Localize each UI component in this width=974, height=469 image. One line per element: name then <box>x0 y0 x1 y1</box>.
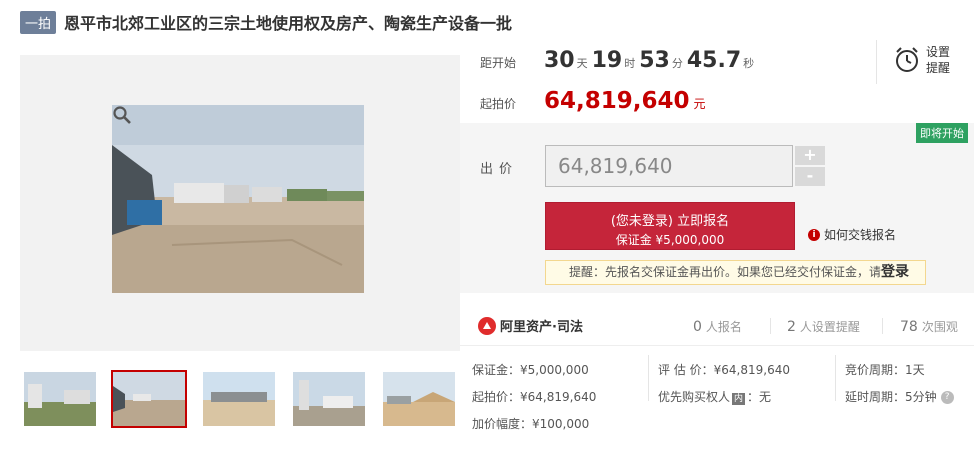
reminder-count-label: 人设置提醒 <box>799 320 860 334</box>
thumbnail-4[interactable] <box>291 370 367 428</box>
divider <box>835 355 836 401</box>
timer-label: 距开始 <box>480 56 517 70</box>
priority-buyer-label: 优先购买权人 <box>658 390 731 404</box>
increase-bid-button[interactable]: + <box>795 146 825 165</box>
divider <box>882 318 883 334</box>
set-reminder-button[interactable]: 设置提醒 <box>894 44 956 76</box>
divider <box>876 40 877 84</box>
deposit-detail: 保证金：¥5,000,000 <box>472 363 589 377</box>
appraisal-detail: 评 估 价：¥64,819,640 <box>658 363 790 377</box>
priority-buyer-value: ：无 <box>747 390 772 404</box>
signup-count: 0 人报名 <box>693 318 742 335</box>
signup-deposit-label: 保证金 ¥5,000,000 <box>615 233 725 247</box>
ali-assets-logo-icon <box>478 316 496 335</box>
details-column-1: 保证金：¥5,000,000 起拍价：¥64,819,640 加价幅度：¥100… <box>472 357 596 438</box>
view-count: 78 次围观 <box>900 318 958 335</box>
view-count-label: 次围观 <box>921 320 958 334</box>
thumbnail-1[interactable] <box>22 370 98 428</box>
zoom-icon[interactable] <box>112 105 132 125</box>
start-price-label: 起拍价 <box>480 97 517 111</box>
view-count-value: 78 <box>900 319 918 335</box>
thumbnail-3[interactable] <box>201 370 277 428</box>
notice-text: 提醒：先报名交保证金再出价。如果您已经交付保证金，请 <box>569 265 882 279</box>
info-icon: i <box>808 228 820 241</box>
alarm-clock-icon <box>896 47 918 72</box>
reminder-count: 2 人设置提醒 <box>787 318 860 335</box>
thumbnail-5[interactable] <box>381 370 457 428</box>
timer-minutes-unit: 分 <box>671 57 683 70</box>
timer-seconds-unit: 秒 <box>743 57 755 70</box>
priority-tag: 内 <box>732 393 746 405</box>
timer-hours-unit: 时 <box>624 57 636 70</box>
reminder-count-value: 2 <box>787 319 796 335</box>
priority-buyer-detail: 优先购买权人内：无 <box>658 384 790 411</box>
bid-label: 出价 <box>480 162 519 177</box>
page-title: 恩平市北郊工业区的三宗土地使用权及房产、陶瓷生产设备一批 <box>64 14 513 33</box>
auction-round-badge: 一拍 <box>20 10 57 34</box>
delay-cycle-detail: 延时周期：5分钟? <box>845 384 954 411</box>
thumbnail-strip <box>20 370 460 430</box>
set-reminder-label: 设置提醒 <box>926 45 951 75</box>
signup-button-label: (您未登录) 立即报名 <box>610 214 730 229</box>
details-column-3: 竞价周期：1天 延时周期：5分钟? <box>845 357 954 411</box>
delay-cycle-value: 延时周期：5分钟 <box>845 390 937 404</box>
thumbnail-2[interactable] <box>111 370 187 428</box>
title-row: 一拍 恩平市北郊工业区的三宗土地使用权及房产、陶瓷生产设备一批 <box>20 10 513 34</box>
how-to-pay-label: 如何交钱报名 <box>824 228 897 242</box>
start-price-row: 起拍价 64,819,640 元 <box>480 88 706 120</box>
start-price-detail: 起拍价：¥64,819,640 <box>472 390 597 404</box>
logo-text: 阿里资产·司法 <box>500 320 583 335</box>
divider <box>770 318 771 334</box>
how-to-pay-link[interactable]: i 如何交钱报名 <box>808 226 896 243</box>
increment-detail: 加价幅度：¥100,000 <box>472 417 590 431</box>
start-price-unit: 元 <box>693 97 706 111</box>
stats-row: 阿里资产·司法 0 人报名 2 人设置提醒 78 次围观 <box>460 306 974 346</box>
login-link[interactable]: 登录 <box>881 264 909 280</box>
signup-count-value: 0 <box>693 319 702 335</box>
main-image-viewer[interactable] <box>20 55 460 351</box>
bid-input[interactable]: 64,819,640 <box>545 145 793 187</box>
main-photo <box>112 105 364 293</box>
ali-assets-logo: 阿里资产·司法 <box>478 316 583 335</box>
decrease-bid-button[interactable]: - <box>795 167 825 186</box>
timer-hours: 19 <box>591 48 623 73</box>
timer-days: 30 <box>544 48 575 73</box>
timer-minutes: 53 <box>639 48 670 73</box>
divider <box>648 355 649 401</box>
signup-count-label: 人报名 <box>705 320 742 334</box>
bid-panel: 即将开始 出价 64,819,640 + - (您未登录) 立即报名 保证金 ¥… <box>460 123 974 293</box>
countdown-timer: 距开始 30 天 19 时 53 分 45.7 秒 <box>480 48 758 78</box>
bidding-cycle-detail: 竞价周期：1天 <box>845 363 925 377</box>
help-icon[interactable]: ? <box>940 391 954 404</box>
divider <box>460 345 974 346</box>
signup-button[interactable]: (您未登录) 立即报名 保证金 ¥5,000,000 <box>545 202 795 250</box>
details-column-2: 评 估 价：¥64,819,640 优先购买权人内：无 <box>658 357 790 411</box>
reminder-notice: 提醒：先报名交保证金再出价。如果您已经交付保证金，请登录 <box>545 260 926 285</box>
timer-days-unit: 天 <box>576 57 588 70</box>
timer-seconds: 45.7 <box>686 48 742 73</box>
start-price-value: 64,819,640 <box>544 88 690 114</box>
status-badge: 即将开始 <box>916 123 968 143</box>
